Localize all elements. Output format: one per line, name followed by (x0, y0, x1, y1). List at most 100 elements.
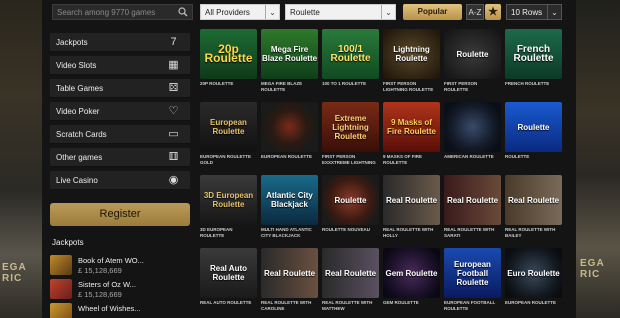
game-title: EUROPEAN ROULETTE (505, 300, 557, 305)
game-thumbnail: Real Roulette (444, 175, 501, 225)
providers-select[interactable]: All Providers ⌄ (200, 4, 280, 20)
game-title: REAL ROULETTE WITH MATTHEW (322, 300, 373, 311)
jackpot-item[interactable]: Book of Atem WO... £ 15,128,669 (50, 255, 192, 277)
game-title: ROULETTE NOUVEAU (322, 227, 371, 232)
search-input[interactable]: Search among 9770 games (52, 4, 193, 20)
game-title: REAL ROULETTE WITH CAROLINE (261, 300, 312, 311)
scratch-card-icon: ▭ (168, 128, 179, 140)
game-thumbnail: Euro Roulette (505, 248, 562, 298)
game-tile[interactable]: 20p Roulette 20P ROULETTE (200, 29, 257, 92)
game-tile[interactable]: Euro Roulette EUROPEAN ROULETTE (505, 248, 562, 311)
game-tile[interactable]: EUROPEAN ROULETTE (261, 102, 318, 165)
game-tile[interactable]: Mega Fire Blaze Roulette MEGA FIRE BLAZE … (261, 29, 318, 92)
game-thumbnail: Extreme Lightning Roulette (322, 102, 379, 152)
sidebar-item-table-games[interactable]: Table Games ⚄ (50, 79, 190, 98)
game-title: REAL AUTO ROULETTE (200, 300, 252, 305)
game-tile[interactable]: 9 Masks of Fire Roulette 9 MASKS OF FIRE … (383, 102, 440, 165)
game-thumbnail: European Football Roulette (444, 248, 501, 298)
jackpot-game-name: Wheel of Wishes... (78, 304, 141, 313)
game-tile[interactable]: Real Roulette REAL ROULETTE WITH CAROLINE (261, 248, 318, 311)
game-thumbnail: Real Roulette (322, 248, 379, 298)
sort-az-button[interactable]: A-Z (466, 4, 484, 20)
game-tile[interactable]: Roulette FIRST PERSON ROULETTE (444, 29, 501, 92)
favorites-star-icon[interactable]: ★ (485, 4, 501, 20)
game-tile[interactable]: Real Roulette REAL ROULETTE WITH MATTHEW (322, 248, 379, 311)
sidebar-item-label: Video Poker (56, 107, 100, 116)
rows-select-value: 10 Rows (511, 8, 543, 17)
game-title: GEM ROULETTE (383, 300, 419, 305)
sidebar-item-other-games[interactable]: Other games ⚅ (50, 148, 190, 167)
register-button[interactable]: Register (50, 203, 190, 226)
jackpot-game-name: Sisters of Oz W... (78, 280, 136, 289)
filter-bar: Search among 9770 games All Providers ⌄ … (42, 0, 576, 24)
game-tile[interactable]: Lightning Roulette FIRST PERSON LIGHTNING… (383, 29, 440, 92)
game-thumbnail: Real Roulette (383, 175, 440, 225)
game-title: AMERICAN ROULETTE (444, 154, 494, 159)
search-placeholder: Search among 9770 games (57, 8, 156, 17)
jackpot-item[interactable]: Sisters of Oz W... £ 15,128,669 (50, 279, 192, 301)
game-title: 3D EUROPEAN ROULETTE (200, 227, 233, 238)
game-tile[interactable]: Roulette ROULETTE (505, 102, 562, 165)
game-tile[interactable]: Atlantic City Blackjack MULTI HAND ATLANT… (261, 175, 318, 238)
game-tile[interactable]: European Roulette EUROPEAN ROULETTE GOLD (200, 102, 257, 165)
game-tile[interactable]: Gem Roulette GEM ROULETTE (383, 248, 440, 311)
game-title: 20P ROULETTE (200, 81, 234, 86)
seven-icon: 7 (170, 36, 177, 48)
game-title: FIRST PERSON EXXXTREME LIGHTNING ROULETT… (322, 154, 376, 165)
game-tile[interactable]: Real Auto Roulette REAL AUTO ROULETTE (200, 248, 257, 311)
game-thumbnail: 3D European Roulette (200, 175, 257, 225)
game-tile[interactable]: French Roulette FRENCH ROULETTE (505, 29, 562, 92)
game-title: FIRST PERSON ROULETTE (444, 81, 478, 92)
game-title: REAL ROULETTE WITH BAILEY (505, 227, 556, 238)
sidebar-item-video-poker[interactable]: Video Poker ♡ (50, 102, 190, 121)
backdrop-sign-right: EGA RIC (580, 258, 605, 280)
sort-popular-button[interactable]: Popular (403, 4, 462, 20)
sidebar-item-label: Table Games (56, 84, 104, 93)
game-tile[interactable]: AMERICAN ROULETTE (444, 102, 501, 165)
rows-select[interactable]: 10 Rows ⌄ (506, 4, 562, 20)
category-select-value: Roulette (290, 8, 320, 17)
sidebar-item-scratch-cards[interactable]: Scratch Cards ▭ (50, 125, 190, 144)
game-tile[interactable]: Extreme Lightning Roulette FIRST PERSON E… (322, 102, 379, 165)
game-title: EUROPEAN ROULETTE (261, 154, 313, 159)
game-title: REAL ROULETTE WITH HOLLY (383, 227, 434, 238)
sidebar-item-label: Scratch Cards (56, 130, 107, 139)
sidebar-item-label: Other games (56, 153, 103, 162)
game-tile[interactable]: Roulette ROULETTE NOUVEAU (322, 175, 379, 238)
game-tile[interactable]: European Football Roulette EUROPEAN FOOTB… (444, 248, 501, 311)
game-thumbnail: Real Roulette (261, 248, 318, 298)
game-title: FRENCH ROULETTE (505, 81, 550, 86)
sidebar-item-video-slots[interactable]: Video Slots ▦ (50, 56, 190, 75)
game-tile[interactable]: 100/1 Roulette 100 TO 1 ROULETTE (322, 29, 379, 92)
jackpot-game-name: Book of Atem WO... (78, 256, 144, 265)
category-select[interactable]: Roulette ⌄ (285, 4, 396, 20)
game-thumbnail: Real Auto Roulette (200, 248, 257, 298)
game-thumbnail (261, 102, 318, 152)
jackpots-heading: Jackpots (52, 238, 84, 247)
sidebar-item-label: Live Casino (56, 176, 98, 185)
sidebar-item-jackpots[interactable]: Jackpots 7 (50, 33, 190, 52)
sidebar-item-live-casino[interactable]: Live Casino ◉ (50, 171, 190, 190)
game-thumbnail (444, 102, 501, 152)
backdrop-sign-left: EGA RIC (2, 262, 27, 284)
game-thumbnail: Atlantic City Blackjack (261, 175, 318, 225)
game-tile[interactable]: Real Roulette REAL ROULETTE WITH SARATI (444, 175, 501, 238)
jackpot-item[interactable]: Wheel of Wishes... (50, 303, 192, 318)
chevron-down-icon: ⌄ (265, 5, 279, 19)
providers-select-value: All Providers (205, 8, 250, 17)
game-thumbnail: Real Roulette (505, 175, 562, 225)
card-icon: ♡ (168, 105, 179, 117)
game-thumbnail: European Roulette (200, 102, 257, 152)
game-tile[interactable]: Real Roulette REAL ROULETTE WITH HOLLY (383, 175, 440, 238)
jackpot-amount: £ 15,128,669 (78, 266, 122, 275)
game-thumbnail: Lightning Roulette (383, 29, 440, 79)
game-title: EUROPEAN FOOTBALL ROULETTE (444, 300, 496, 311)
game-thumbnail: Mega Fire Blaze Roulette (261, 29, 318, 79)
chips-icon: ◉ (168, 174, 179, 186)
slot-machine-icon: ▦ (168, 59, 179, 71)
game-thumbnail: 9 Masks of Fire Roulette (383, 102, 440, 152)
game-tile[interactable]: 3D European Roulette 3D EUROPEAN ROULETTE (200, 175, 257, 238)
search-icon[interactable] (178, 7, 188, 17)
game-tile[interactable]: Real Roulette REAL ROULETTE WITH BAILEY (505, 175, 562, 238)
game-thumbnail: 100/1 Roulette (322, 29, 379, 79)
